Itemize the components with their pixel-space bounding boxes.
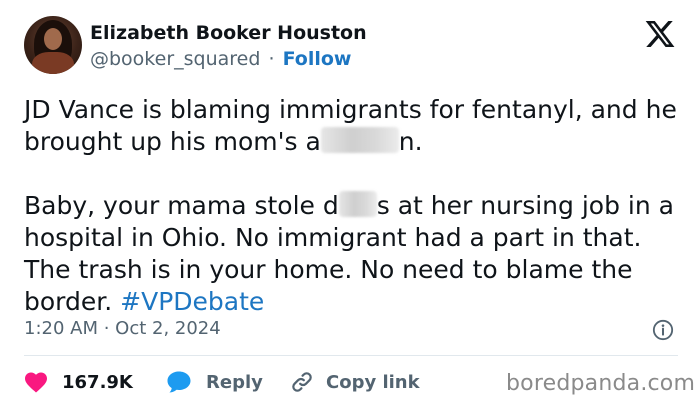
- like-count: 167.9K: [62, 371, 133, 393]
- author-name[interactable]: Elizabeth Booker Houston: [90, 22, 367, 44]
- divider: [24, 355, 678, 356]
- author-handle[interactable]: @booker_squared: [90, 48, 260, 70]
- tweet-text: JD Vance is blaming immigrants for fenta…: [24, 94, 684, 318]
- censored-word-blur: [320, 127, 399, 153]
- tweet-timestamp[interactable]: 1:20 AM · Oct 2, 2024: [24, 318, 221, 339]
- copy-link-label: Copy link: [326, 371, 420, 393]
- follow-button[interactable]: Follow: [283, 48, 352, 70]
- x-logo-icon[interactable]: [643, 18, 677, 50]
- tweet-card: Elizabeth Booker Houston @booker_squared…: [0, 0, 700, 410]
- watermark: boredpanda.com: [506, 371, 696, 396]
- heart-icon: [25, 372, 47, 393]
- info-icon[interactable]: [652, 319, 674, 341]
- like-button[interactable]: 167.9K: [24, 368, 133, 396]
- speech-bubble-icon: [167, 371, 191, 393]
- copy-link-button[interactable]: Copy link: [290, 368, 420, 396]
- avatar[interactable]: [24, 16, 82, 74]
- reply-button[interactable]: Reply: [166, 368, 263, 396]
- hashtag-link[interactable]: #VPDebate: [120, 287, 264, 316]
- tweet-paragraph-1-end: n.: [398, 127, 423, 156]
- handle-separator: ·: [268, 48, 275, 70]
- censored-word-blur: [338, 191, 377, 217]
- tweet-paragraph-2-start: Baby, your mama stole d: [24, 191, 339, 220]
- author-handle-row: @booker_squared · Follow: [90, 48, 351, 70]
- link-icon: [292, 372, 312, 392]
- reply-label: Reply: [206, 371, 263, 393]
